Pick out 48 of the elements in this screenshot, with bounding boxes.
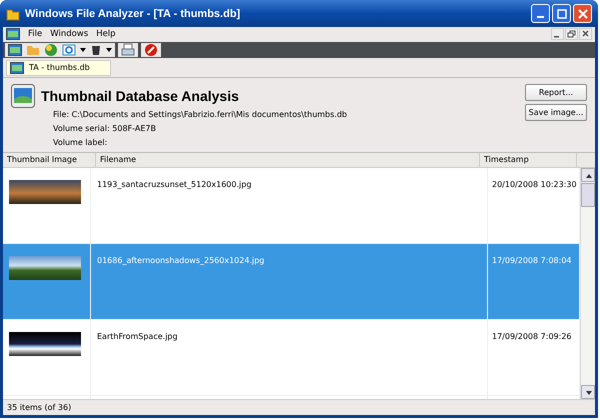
filename-cell: 1193_santacruzsunset_5120x1600.jpg [91,168,488,243]
close-button[interactable] [573,4,592,23]
column-header[interactable]: Thumbnail Image [3,153,96,167]
window-title: Windows File Analyzer - [TA - thumbs.db] [25,8,242,20]
action-button[interactable]: Report... [525,84,587,101]
maximize-icon [556,8,566,18]
dropdown-arrow-icon[interactable] [106,48,112,52]
printer-icon[interactable] [121,43,135,57]
analysis-title: Thumbnail Database Analysis [41,88,239,104]
photo-placeholder [9,256,81,280]
file-path: File: C:\Documents and Settings\Fabrizio.ferri\Mis documentos\thumbs.db [53,109,348,121]
document-tab[interactable]: TA - thumbs.db [6,60,111,76]
column-header[interactable]: Filename [96,153,480,167]
scroll-down-icon[interactable] [581,385,595,399]
globe-icon[interactable] [44,43,58,57]
action-button[interactable]: Save image... [525,104,587,121]
close-icon[interactable] [579,28,592,40]
stop-icon[interactable] [144,43,158,57]
picture-icon[interactable] [8,44,22,56]
photo-placeholder [9,180,81,204]
photo-placeholder [9,332,81,356]
app-icon [6,6,20,20]
scrollbar-thumb[interactable] [581,183,595,207]
menu-item[interactable]: File [28,29,42,39]
tab-label: TA - thumbs.db [29,63,90,72]
scroll-up-icon[interactable] [581,168,595,182]
volume-serial: Volume serial: 508F-AE7B [53,123,157,135]
table-row[interactable]: EarthFromSpace.jpg 17/09/2008 7:09:26 [3,320,580,396]
menu-item[interactable]: Windows [50,29,88,39]
minimize-icon[interactable] [551,28,564,40]
minimize-button[interactable] [531,4,550,23]
volume-label: Volume label: [53,137,108,149]
browser-icon[interactable] [62,43,76,57]
picture-icon [10,62,24,74]
column-header[interactable]: Timestamp [480,153,577,167]
vertical-scrollbar[interactable] [580,168,595,399]
thumbnail-icon [11,84,35,108]
minimize-icon [537,16,544,18]
filename-cell: EarthFromSpace.jpg [91,320,488,395]
menu-item[interactable]: Help [96,29,116,39]
dropdown-arrow-icon[interactable] [80,48,86,52]
status-text: 35 items (of 36) [3,399,595,415]
restore-icon[interactable] [565,28,578,40]
filename-cell: 01686_afternoonshadows_2560x1024.jpg [91,244,488,319]
close-icon [578,8,588,18]
trash-icon[interactable] [90,44,102,56]
document-icon [6,28,20,40]
maximize-button[interactable] [552,4,571,23]
